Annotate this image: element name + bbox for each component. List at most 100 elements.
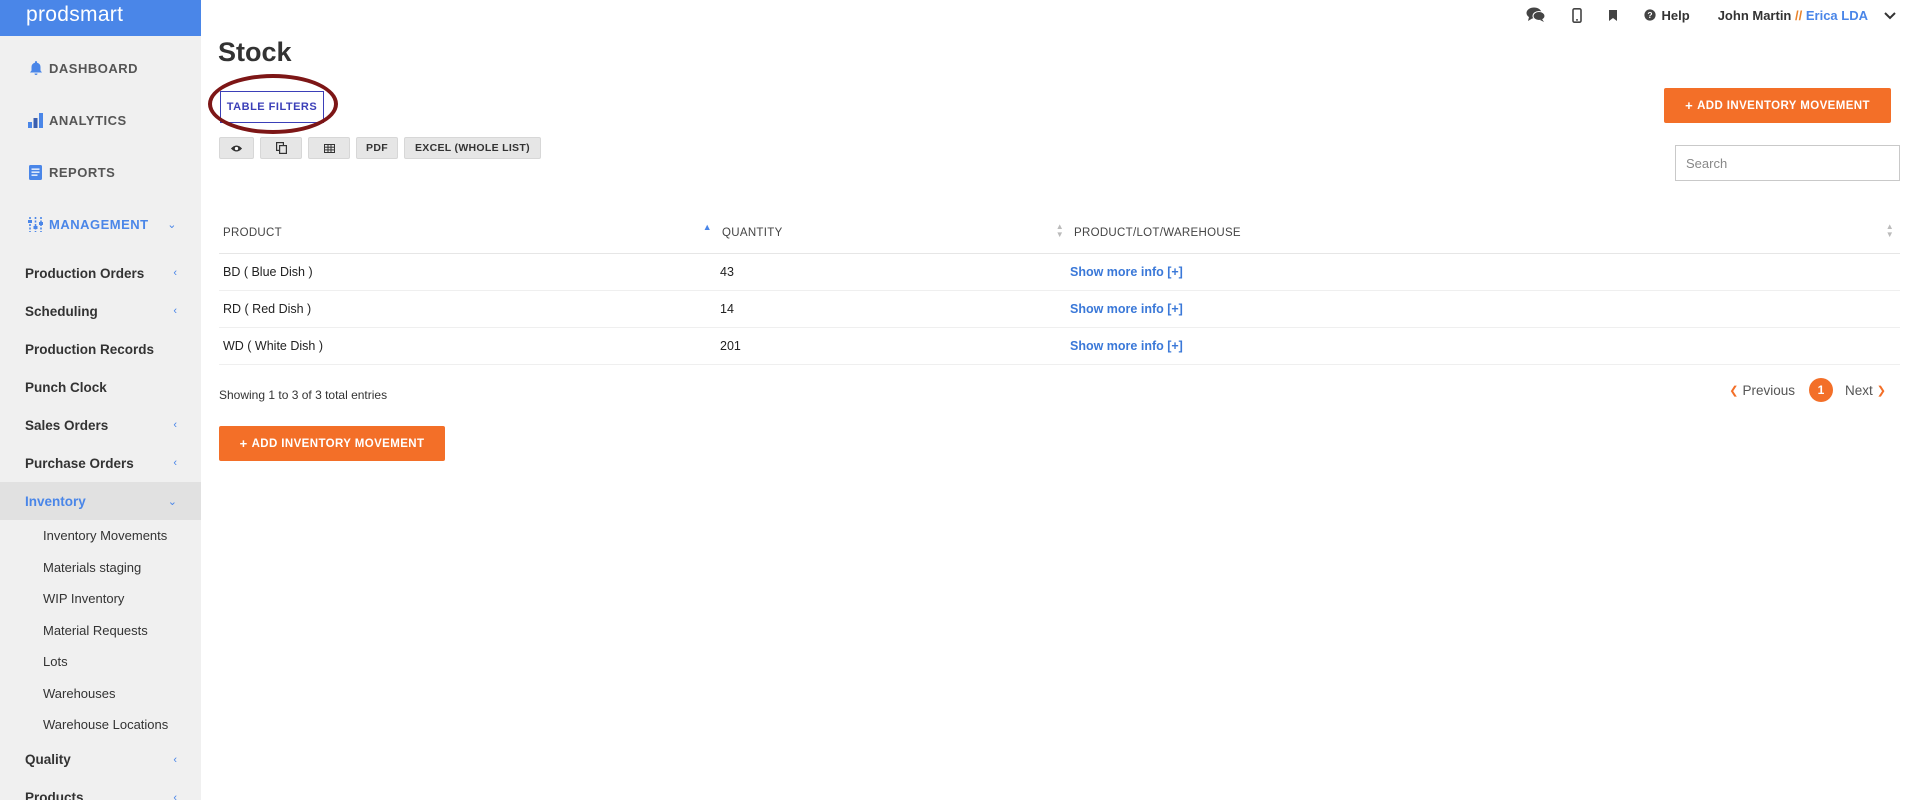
sidebar-subitem-lots[interactable]: Lots xyxy=(0,646,201,678)
table-filters-button[interactable]: TABLE FILTERS xyxy=(220,91,324,123)
nav-management[interactable]: MANAGEMENT ⌄ xyxy=(0,198,201,250)
sidebar-item-label: Production Orders xyxy=(25,265,145,281)
chevron-left-icon: ‹ xyxy=(173,457,177,469)
add-inventory-movement-button-bottom[interactable]: + ADD INVENTORY MOVEMENT xyxy=(219,426,445,461)
stock-table: PRODUCT ▲ QUANTITY ▲ ▼ PRODUCT/LOT/WAREHO… xyxy=(219,212,1900,365)
sidebar-item-production-records[interactable]: Production Records xyxy=(0,330,201,368)
sidebar-item-label: Scheduling xyxy=(25,303,98,319)
cell-product: BD ( Blue Dish ) xyxy=(223,265,313,279)
column-header-product[interactable]: PRODUCT ▲ xyxy=(219,212,718,253)
nav-reports[interactable]: REPORTS xyxy=(0,146,201,198)
cell-product: RD ( Red Dish ) xyxy=(223,302,312,316)
chevron-left-icon: ‹ xyxy=(173,419,177,431)
nav-label: MANAGEMENT xyxy=(49,216,149,232)
column-visibility-button[interactable] xyxy=(219,137,254,159)
sidebar-item-production-orders[interactable]: Production Orders ‹ xyxy=(0,254,201,292)
search-input[interactable] xyxy=(1675,145,1900,181)
show-more-info-link[interactable]: Show more info [+] xyxy=(1070,339,1183,353)
help-link[interactable]: Help xyxy=(1662,8,1690,23)
mobile-icon[interactable] xyxy=(1571,7,1582,23)
previous-page-link[interactable]: Previous xyxy=(1742,383,1795,398)
cell-quantity: 43 xyxy=(720,265,734,279)
plus-icon: + xyxy=(1685,98,1694,113)
sidebar-item-products[interactable]: Products ‹ xyxy=(0,779,201,800)
sidebar-subitem-wip-inventory[interactable]: WIP Inventory xyxy=(0,583,201,615)
page-number-current[interactable]: 1 xyxy=(1809,378,1834,402)
sort-asc-icon: ▲ xyxy=(702,222,712,232)
column-header-product-lot-warehouse[interactable]: PRODUCT/LOT/WAREHOUSE ▲ ▼ xyxy=(1070,212,1900,253)
button-label: ADD INVENTORY MOVEMENT xyxy=(251,437,425,450)
sidebar-subitem-inventory-movements[interactable]: Inventory Movements xyxy=(0,520,201,552)
user-company-separator: // xyxy=(1795,7,1803,23)
pagination: ❮ Previous 1 Next ❯ xyxy=(1725,378,1890,402)
sidebar-subitem-materials-staging[interactable]: Materials staging xyxy=(0,552,201,584)
sidebar-item-inventory[interactable]: Inventory ⌄ xyxy=(0,482,201,520)
sidebar-item-label: Purchase Orders xyxy=(25,455,134,471)
chevron-left-icon: ‹ xyxy=(173,267,177,279)
question-circle-icon[interactable]: ? xyxy=(1643,9,1656,21)
table-header: PRODUCT ▲ QUANTITY ▲ ▼ PRODUCT/LOT/WAREHO… xyxy=(219,212,1900,254)
column-label: QUANTITY xyxy=(722,226,783,239)
chevron-down-icon[interactable] xyxy=(1884,7,1896,23)
nav-label: DASHBOARD xyxy=(49,60,138,76)
copy-button[interactable] xyxy=(260,137,302,159)
add-inventory-movement-button[interactable]: + ADD INVENTORY MOVEMENT xyxy=(1664,88,1891,123)
sidebar-subitem-warehouse-locations[interactable]: Warehouse Locations xyxy=(0,709,201,741)
sidebar-subitem-warehouses[interactable]: Warehouses xyxy=(0,678,201,710)
export-toolbar: PDF EXCEL (WHOLE LIST) xyxy=(219,137,541,159)
page-title: Stock xyxy=(218,37,292,67)
chevron-left-icon: ‹ xyxy=(173,753,177,766)
cell-quantity: 14 xyxy=(720,302,734,316)
next-page-link[interactable]: Next xyxy=(1845,383,1873,398)
sidebar-item-sales-orders[interactable]: Sales Orders ‹ xyxy=(0,406,201,444)
column-label: PRODUCT/LOT/WAREHOUSE xyxy=(1074,226,1241,239)
sidebar-item-punch-clock[interactable]: Punch Clock xyxy=(0,368,201,406)
nav-analytics[interactable]: ANALYTICS xyxy=(0,94,201,146)
nav-dashboard[interactable]: DASHBOARD xyxy=(0,42,201,94)
document-icon xyxy=(26,163,45,182)
pdf-button[interactable]: PDF xyxy=(356,137,398,159)
user-name: John Martin xyxy=(1717,7,1792,23)
column-header-quantity[interactable]: QUANTITY ▲ ▼ xyxy=(718,212,1070,253)
top-bar: ? Help John Martin // Erica LDA xyxy=(201,0,1910,30)
sidebar-item-purchase-orders[interactable]: Purchase Orders ‹ xyxy=(0,444,201,482)
plus-icon: + xyxy=(239,436,248,451)
sidebar-item-label: Quality xyxy=(25,752,71,767)
chevron-down-icon: ⌄ xyxy=(167,218,177,231)
chat-icon[interactable] xyxy=(1526,7,1546,23)
user-menu[interactable]: John Martin // Erica LDA xyxy=(1718,8,1868,23)
show-more-info-link[interactable]: Show more info [+] xyxy=(1070,265,1183,279)
chevron-left-icon: ‹ xyxy=(173,305,177,317)
bookmark-icon[interactable] xyxy=(1608,9,1618,22)
sidebar-item-scheduling[interactable]: Scheduling ‹ xyxy=(0,292,201,330)
nav-label: ANALYTICS xyxy=(49,112,127,128)
sidebar-subitem-material-requests[interactable]: Material Requests xyxy=(0,615,201,647)
sidebar-item-label: Products xyxy=(25,790,84,800)
nav-label: REPORTS xyxy=(49,164,116,180)
csv-button[interactable] xyxy=(308,137,350,159)
table-row: RD ( Red Dish ) 14 Show more info [+] xyxy=(219,291,1900,328)
sort-icon: ▲ ▼ xyxy=(1885,222,1894,239)
eye-icon xyxy=(230,144,243,152)
svg-text:?: ? xyxy=(1647,10,1652,20)
sidebar-item-label: Punch Clock xyxy=(25,379,107,395)
chevron-left-icon: ‹ xyxy=(173,791,177,800)
excel-button[interactable]: EXCEL (WHOLE LIST) xyxy=(404,137,541,159)
table-row: WD ( White Dish ) 201 Show more info [+] xyxy=(219,328,1900,365)
copy-icon xyxy=(275,142,287,154)
sliders-icon xyxy=(26,215,45,234)
button-label: ADD INVENTORY MOVEMENT xyxy=(1697,99,1870,112)
show-more-info-link[interactable]: Show more info [+] xyxy=(1070,302,1183,316)
sort-icon: ▲ ▼ xyxy=(1055,222,1064,239)
bell-icon xyxy=(26,59,45,78)
sidebar-item-quality[interactable]: Quality ‹ xyxy=(0,741,201,779)
sidebar-item-label: Sales Orders xyxy=(25,417,109,433)
entries-info: Showing 1 to 3 of 3 total entries xyxy=(219,388,388,402)
sidebar-item-label: Inventory xyxy=(25,493,86,509)
company-name: Erica LDA xyxy=(1805,7,1868,23)
app-logo[interactable]: prodsmart xyxy=(0,0,201,36)
column-label: PRODUCT xyxy=(223,226,282,239)
table-icon xyxy=(323,143,335,153)
table-row: BD ( Blue Dish ) 43 Show more info [+] xyxy=(219,254,1900,291)
sidebar-item-label: Production Records xyxy=(25,341,155,357)
